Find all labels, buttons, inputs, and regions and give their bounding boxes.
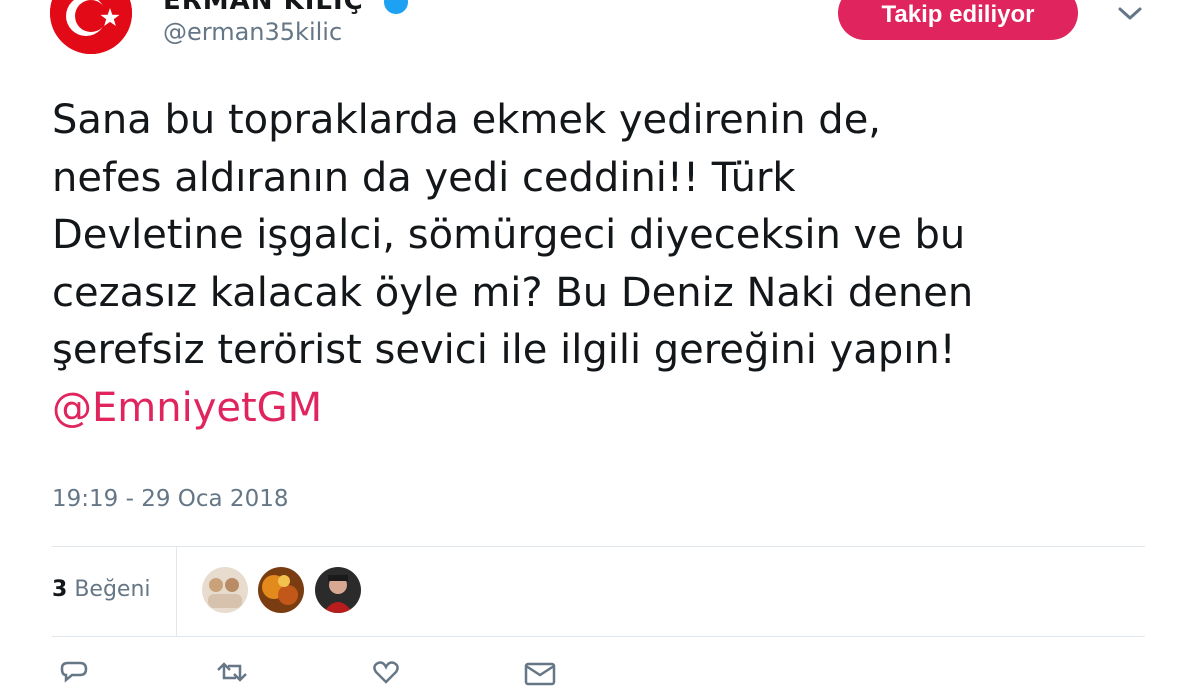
tweet-text-line: nefes aldıranın da yedi ceddini!! Türk — [52, 154, 796, 201]
tweet-text-line: şerefsiz terörist sevici ile ilgili gere… — [52, 327, 956, 373]
turkish-flag-avatar — [50, 0, 132, 54]
tweet-text-line: Sana bu topraklarda ekmek yedirenin de, — [52, 97, 882, 143]
tweet-text-line: Devletine işgalci, sömürgeci diyeceksin … — [52, 212, 966, 258]
verified-icon — [384, 0, 408, 14]
divider — [52, 636, 1145, 637]
mention-link[interactable]: @EmniyetGM — [52, 380, 1162, 438]
following-button[interactable]: Takip ediliyor — [838, 0, 1078, 40]
message-icon[interactable] — [522, 660, 558, 690]
like-count[interactable]: 3 Beğeni — [52, 577, 151, 602]
chevron-down-icon[interactable] — [1114, 4, 1146, 24]
liker-avatar[interactable] — [258, 567, 304, 613]
retweet-icon[interactable] — [214, 660, 250, 690]
like-count-label: Beğeni — [74, 577, 151, 602]
tweet-text: Sana bu topraklarda ekmek yedirenin de, … — [52, 92, 1162, 437]
divider — [52, 546, 1145, 547]
divider — [176, 546, 177, 636]
author-handle[interactable]: @erman35kilic — [163, 18, 342, 46]
like-icon[interactable] — [368, 660, 404, 690]
liker-avatar-image — [315, 567, 361, 613]
author-display-name[interactable]: ERMAN KILIÇ — [163, 0, 364, 16]
reply-icon[interactable] — [56, 660, 92, 690]
liker-avatar-image — [202, 567, 248, 613]
author-avatar[interactable] — [50, 0, 132, 54]
tweet-timestamp[interactable]: 19:19 - 29 Oca 2018 — [52, 486, 288, 512]
liker-avatar[interactable] — [315, 567, 361, 613]
liker-avatar[interactable] — [202, 567, 248, 613]
tweet-text-line: cezasız kalacak öyle mi? Bu Deniz Naki d… — [52, 269, 974, 316]
like-count-number: 3 — [52, 577, 68, 602]
liker-avatar-image — [258, 567, 304, 613]
